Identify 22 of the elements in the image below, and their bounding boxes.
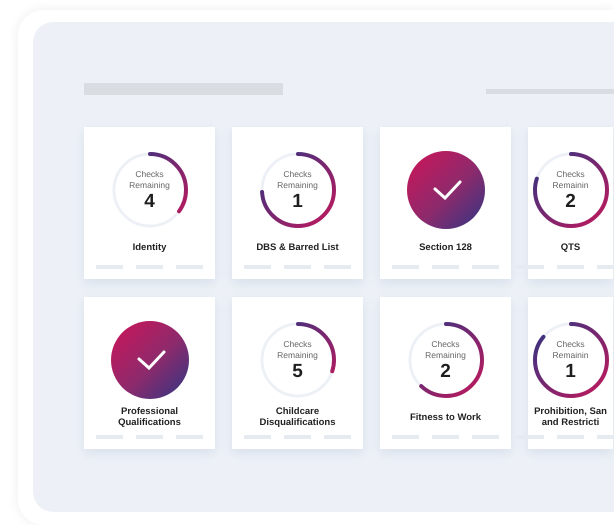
check-title: Professional Qualifications [117, 406, 182, 428]
checks-remaining-label: Checks Remaining [276, 339, 319, 361]
checkmark-circle-icon [110, 321, 188, 399]
check-title: Section 128 [419, 242, 472, 252]
check-title: QTS [560, 242, 580, 252]
checks-count: 4 [144, 191, 155, 213]
checkmark-circle-icon [406, 151, 484, 229]
checks-remaining-label: Checks Remainin [552, 339, 590, 361]
checks-remaining-label: Checks Remainin [552, 169, 590, 191]
checks-count: 1 [292, 191, 303, 213]
check-title: Fitness to Work [410, 412, 482, 422]
check-title: Childcare Disqualifications [258, 406, 336, 428]
checks-count: 2 [440, 361, 451, 383]
check-title: Prohibition, San and Restricti [533, 406, 608, 428]
check-title: Identity [132, 242, 166, 252]
checks-count: 2 [565, 191, 576, 213]
check-title: DBS & Barred List [256, 242, 339, 252]
checks-remaining-label: Checks Remaining [276, 169, 319, 191]
checks-count: 5 [292, 361, 303, 383]
checks-count: 1 [565, 361, 576, 383]
checks-remaining-label: Checks Remaining [128, 169, 171, 191]
checks-remaining-label: Checks Remaining [424, 339, 467, 361]
